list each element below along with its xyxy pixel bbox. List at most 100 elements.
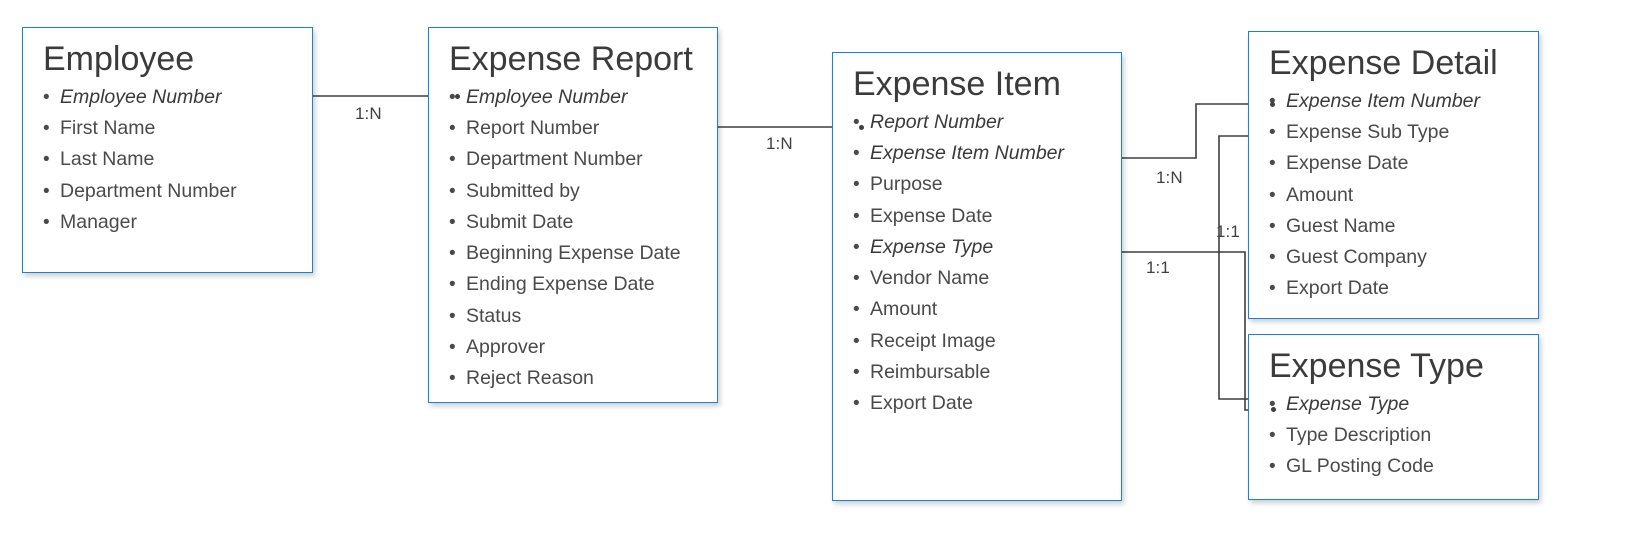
cardinality-item-to-detail: 1:N xyxy=(1156,168,1183,187)
bullet-icon: • xyxy=(853,299,860,321)
attribute-expense-date[interactable]: • Expense Date xyxy=(1269,148,1522,179)
attribute-label: GL Posting Code xyxy=(1286,455,1434,478)
bullet-icon: • xyxy=(853,361,860,383)
bullet-icon: • xyxy=(853,174,860,196)
attribute-label: Reimbursable xyxy=(870,360,991,383)
attribute-receipt-image[interactable]: • Receipt Image xyxy=(853,326,1105,357)
cardinality-detail-to-type: 1:1 xyxy=(1216,222,1240,241)
attribute-label: Export Date xyxy=(1286,277,1389,300)
attribute-purpose[interactable]: • Purpose xyxy=(853,169,1105,200)
attribute-expense-type[interactable]: • Expense Type xyxy=(853,232,1105,263)
bullet-icon: • xyxy=(449,211,456,233)
cardinality-employee-to-report: 1:N xyxy=(355,104,382,123)
attribute-submit-date[interactable]: • Submit Date xyxy=(449,207,701,238)
attribute-vendor-name[interactable]: • Vendor Name xyxy=(853,263,1105,294)
attribute-approver[interactable]: • Approver xyxy=(449,332,701,363)
entity-title-expense-item: Expense Item xyxy=(853,65,1061,103)
attribute-label: First Name xyxy=(60,117,156,140)
attribute-department-number[interactable]: • Department Number xyxy=(449,144,701,175)
entity-expense-item[interactable]: Expense Item • Report Number • Expense I… xyxy=(832,52,1122,501)
attribute-status[interactable]: • Status xyxy=(449,301,701,332)
bullet-icon: • xyxy=(1269,184,1276,206)
attribute-department-number[interactable]: • Department Number xyxy=(43,176,296,207)
bullet-icon: • xyxy=(853,268,860,290)
cardinality-report-to-item: 1:N xyxy=(766,134,793,153)
attribute-export-date[interactable]: • Export Date xyxy=(853,388,1105,419)
attribute-type-description[interactable]: • Type Description xyxy=(1269,420,1522,451)
bullet-icon: • xyxy=(449,149,456,171)
attribute-label: Receipt Image xyxy=(870,329,996,352)
attribute-label: Expense Sub Type xyxy=(1286,121,1450,144)
bullet-icon: • xyxy=(1269,425,1276,447)
endpoint-dot-report-employee-number xyxy=(455,94,460,99)
attribute-manager[interactable]: • Manager xyxy=(43,207,296,238)
bullet-icon: • xyxy=(43,149,50,171)
entity-expense-detail[interactable]: Expense Detail • Expense Item Number • E… xyxy=(1248,31,1539,319)
attribute-gl-posting-code[interactable]: • GL Posting Code xyxy=(1269,451,1522,482)
attribute-beginning-expense-date[interactable]: • Beginning Expense Date xyxy=(449,238,701,269)
attribute-label: Submitted by xyxy=(466,179,580,202)
attribute-expense-sub-type[interactable]: • Expense Sub Type xyxy=(1269,117,1522,148)
bullet-icon: • xyxy=(449,367,456,389)
attribute-export-date[interactable]: • Export Date xyxy=(1269,273,1522,304)
attribute-employee-number[interactable]: • Employee Number xyxy=(449,82,701,113)
attribute-employee-number[interactable]: • Employee Number xyxy=(43,82,296,113)
attribute-label: Submit Date xyxy=(466,210,574,233)
bullet-icon: • xyxy=(1269,153,1276,175)
attribute-expense-item-number[interactable]: • Expense Item Number xyxy=(1269,86,1522,117)
attribute-label: Reject Reason xyxy=(466,366,594,389)
attribute-label: Export Date xyxy=(870,391,973,414)
attribute-label: Ending Expense Date xyxy=(466,273,655,296)
attribute-label: Guest Company xyxy=(1286,246,1427,269)
attribute-guest-company[interactable]: • Guest Company xyxy=(1269,242,1522,273)
attribute-label: Employee Number xyxy=(60,86,222,109)
attribute-label: Expense Date xyxy=(870,204,993,227)
attribute-list-expense-detail: • Expense Item Number • Expense Sub Type… xyxy=(1269,86,1522,304)
bullet-icon: • xyxy=(1269,215,1276,237)
entity-title-expense-report: Expense Report xyxy=(449,40,693,78)
bullet-icon: • xyxy=(853,205,860,227)
attribute-report-number[interactable]: • Report Number xyxy=(449,113,701,144)
bullet-icon: • xyxy=(43,87,50,109)
cardinality-item-to-type: 1:1 xyxy=(1146,258,1170,277)
attribute-reject-reason[interactable]: • Reject Reason xyxy=(449,363,701,394)
attribute-first-name[interactable]: • First Name xyxy=(43,113,296,144)
attribute-label: Vendor Name xyxy=(870,267,990,290)
bullet-icon: • xyxy=(1269,456,1276,478)
attribute-amount[interactable]: • Amount xyxy=(853,294,1105,325)
bullet-icon: • xyxy=(449,336,456,358)
entity-title-employee: Employee xyxy=(43,40,195,78)
entity-expense-report[interactable]: Expense Report • Employee Number • Repor… xyxy=(428,27,718,403)
er-diagram-canvas: 1:N 1:N 1:N 1:1 1:1 Employee • Employee … xyxy=(0,0,1636,559)
entity-employee[interactable]: Employee • Employee Number • First Name … xyxy=(22,27,313,273)
attribute-expense-type[interactable]: • Expense Type xyxy=(1269,389,1522,420)
attribute-label: Expense Type xyxy=(870,235,994,258)
attribute-guest-name[interactable]: • Guest Name xyxy=(1269,211,1522,242)
attribute-ending-expense-date[interactable]: • Ending Expense Date xyxy=(449,269,701,300)
attribute-last-name[interactable]: • Last Name xyxy=(43,144,296,175)
attribute-label: Beginning Expense Date xyxy=(466,242,681,265)
entity-expense-type[interactable]: Expense Type • Expense Type • Type Descr… xyxy=(1248,334,1539,500)
attribute-amount[interactable]: • Amount xyxy=(1269,180,1522,211)
attribute-label: Department Number xyxy=(466,148,643,171)
endpoint-dot-item-report-number xyxy=(859,125,864,130)
entity-title-expense-type: Expense Type xyxy=(1269,347,1484,385)
attribute-label: Report Number xyxy=(466,117,600,140)
bullet-icon: • xyxy=(853,143,860,165)
attribute-label: Expense Item Number xyxy=(870,142,1065,165)
attribute-expense-date[interactable]: • Expense Date xyxy=(853,201,1105,232)
bullet-icon: • xyxy=(853,236,860,258)
attribute-label: Expense Date xyxy=(1286,152,1409,175)
attribute-expense-item-number[interactable]: • Expense Item Number xyxy=(853,138,1105,169)
entity-title-expense-detail: Expense Detail xyxy=(1269,44,1498,82)
attribute-reimbursable[interactable]: • Reimbursable xyxy=(853,357,1105,388)
attribute-submitted-by[interactable]: • Submitted by xyxy=(449,176,701,207)
bullet-icon: • xyxy=(449,243,456,265)
attribute-label: Purpose xyxy=(870,173,943,196)
bullet-icon: • xyxy=(1269,247,1276,269)
attribute-label: Type Description xyxy=(1286,424,1432,447)
bullet-icon: • xyxy=(449,274,456,296)
bullet-icon: • xyxy=(43,180,50,202)
attribute-report-number[interactable]: • Report Number xyxy=(853,107,1105,138)
attribute-label: Expense Item Number xyxy=(1286,90,1481,113)
